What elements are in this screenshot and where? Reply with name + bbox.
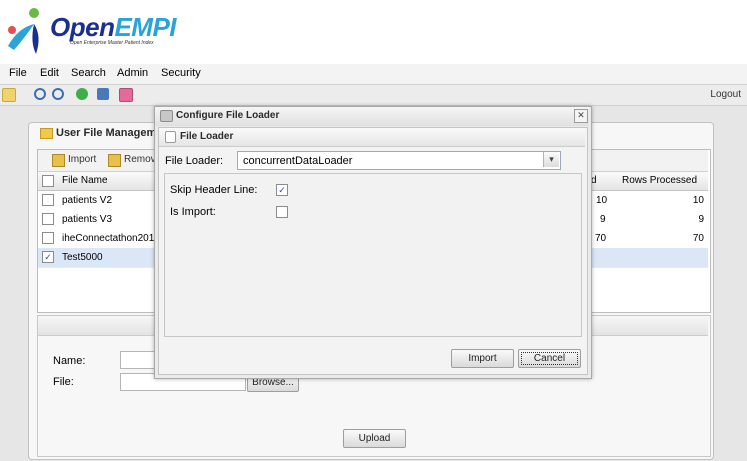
- add-icon[interactable]: [76, 88, 88, 100]
- dialog-app-icon: [160, 110, 173, 122]
- is-import-label: Is Import:: [170, 206, 216, 218]
- col-rows-processed[interactable]: Rows Processed: [622, 175, 697, 186]
- panel-icon: [165, 131, 176, 143]
- rows-processed-cell: 70: [692, 233, 704, 244]
- openempi-logo-icon: [8, 8, 39, 54]
- cancel-button[interactable]: Cancel: [518, 349, 581, 368]
- advanced-search-icon[interactable]: [52, 88, 64, 100]
- col-file-name[interactable]: File Name: [62, 175, 108, 186]
- menu-file[interactable]: File: [9, 67, 27, 79]
- file-name-cell: patients V3: [62, 214, 113, 225]
- name-label: Name:: [53, 355, 86, 367]
- row-checkbox[interactable]: ✓: [42, 251, 54, 263]
- open-file-icon[interactable]: [2, 88, 16, 102]
- file-name-cell: patients V2: [62, 195, 113, 206]
- menu-admin[interactable]: Admin: [117, 67, 148, 79]
- save-icon[interactable]: [97, 88, 109, 100]
- search-icon[interactable]: [34, 88, 46, 100]
- select-all-checkbox[interactable]: [42, 175, 54, 187]
- folder-icon: [40, 128, 53, 139]
- row-checkbox[interactable]: [42, 232, 54, 244]
- file-name-cell: iheConnectathon2013.c: [62, 233, 168, 244]
- remove-icon[interactable]: [108, 154, 121, 167]
- menu-search[interactable]: Search: [71, 67, 106, 79]
- menu-security[interactable]: Security: [161, 67, 201, 79]
- skip-header-checkbox[interactable]: ✓: [276, 184, 288, 196]
- skip-header-label: Skip Header Line:: [170, 184, 258, 196]
- file-name-cell: Test5000: [62, 252, 103, 263]
- logout-link[interactable]: Logout: [710, 89, 741, 100]
- is-import-checkbox[interactable]: [276, 206, 288, 218]
- import-dialog-button[interactable]: Import: [451, 349, 514, 368]
- toolbar: Logout: [0, 85, 747, 106]
- close-icon[interactable]: ✕: [574, 109, 588, 123]
- report-icon[interactable]: [119, 88, 133, 102]
- file-loader-label: File Loader:: [165, 155, 224, 167]
- remove-button[interactable]: Remov: [124, 154, 156, 165]
- partial-cell: 70: [595, 233, 607, 244]
- rows-processed-cell: 9: [698, 214, 704, 225]
- partial-cell: 9: [600, 214, 606, 225]
- panel-title: User File Managemen: [56, 127, 170, 139]
- upload-button[interactable]: Upload: [343, 429, 406, 448]
- menu-bar: File Edit Search Admin Security: [0, 64, 747, 85]
- menu-edit[interactable]: Edit: [40, 67, 59, 79]
- rows-processed-cell: 10: [692, 195, 704, 206]
- file-loader-panel-title: File Loader: [180, 131, 234, 142]
- row-checkbox[interactable]: [42, 213, 54, 225]
- import-icon[interactable]: [52, 154, 65, 167]
- import-button[interactable]: Import: [68, 154, 96, 165]
- logo-tagline: Open Enterprise Master Patient Index: [70, 40, 154, 46]
- chevron-down-icon[interactable]: ▾: [543, 152, 559, 167]
- file-loader-select-value: concurrentDataLoader: [243, 155, 353, 167]
- row-checkbox[interactable]: [42, 194, 54, 206]
- partial-cell: 10: [596, 195, 608, 206]
- loader-options-box: [164, 173, 582, 337]
- file-label: File:: [53, 376, 74, 388]
- dialog-title: Configure File Loader: [176, 110, 280, 121]
- logo-wordmark: OpenEMPI: [50, 12, 177, 42]
